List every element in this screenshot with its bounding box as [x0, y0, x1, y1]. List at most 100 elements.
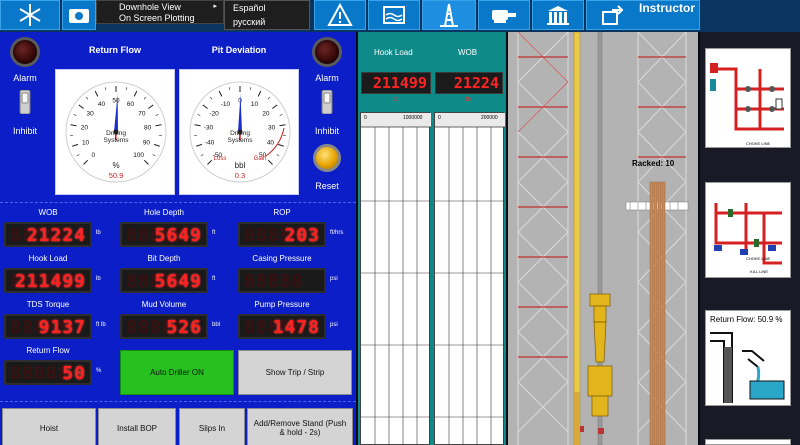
hook-load-unit: lb — [96, 276, 101, 282]
auto-driller-button[interactable]: Auto Driller ON — [120, 350, 234, 395]
wob-strip-grid — [435, 113, 505, 445]
return-flow-readout: 88888 50 — [4, 360, 92, 385]
racked-count: Racked: 10 — [632, 159, 675, 168]
gauge-tick-label: 20 — [81, 124, 89, 131]
pump-icon — [492, 10, 516, 23]
building-icon — [547, 6, 569, 25]
toolbar-button-mud[interactable] — [368, 0, 420, 30]
return-flow-schematic-value: 50.9 % — [757, 315, 783, 324]
wob-scale-min: 0 — [438, 115, 441, 121]
wob-recorder-unit: lb — [466, 97, 471, 103]
gauge-value: 0.3 — [235, 171, 245, 180]
pit-deviation-dial: -50-40-30-20-10 0 1020304050DrillingSystem… — [189, 81, 291, 183]
hook-load-scale-min: 0 — [364, 115, 367, 121]
casing-pressure-label: Casing Pressure — [252, 254, 312, 263]
menu-item-downhole-view[interactable]: Downhole View — [97, 1, 223, 12]
show-trip-strip-button[interactable]: Show Trip / Strip — [238, 350, 352, 395]
gauge-brand: Drilling — [230, 130, 250, 137]
install-bop-button[interactable]: Install BOP — [98, 408, 176, 445]
instructor-button[interactable]: Instructor — [586, 0, 700, 30]
casing-pressure-ghost-digits: 88888 — [244, 271, 304, 292]
menu-item-on-screen-plotting[interactable]: On Screen Plotting — [97, 12, 223, 23]
hole-depth-value: 5649 — [154, 225, 202, 246]
wob-value: 21224 — [26, 225, 86, 246]
choke-kill-schematic[interactable]: CHOKE LINE KILL LINE — [705, 182, 791, 278]
return-flow-gauge: 0 10 20 30 40 50 60 70 80 90 100 Drilling Systems% 50… — [55, 69, 175, 195]
gauge-brand: Drilling — [106, 130, 126, 137]
reset-button[interactable] — [313, 144, 341, 172]
rop-value: 203 — [284, 225, 320, 246]
mud-volume-label: Mud Volume — [141, 300, 187, 309]
gauge-tick-label: 60 — [127, 101, 135, 108]
gauge-tick-label: 20 — [262, 111, 270, 118]
language-option-russian[interactable]: русский — [225, 15, 309, 29]
hoist-button[interactable]: Hoist — [2, 408, 96, 445]
derrick-view: Racked: 10 — [508, 32, 698, 445]
camera-icon — [69, 9, 89, 23]
gauge-tick-label: 40 — [267, 139, 275, 146]
divider — [0, 202, 356, 203]
mud-tank-icon — [383, 6, 405, 24]
toolbar-button-bop[interactable] — [532, 0, 584, 30]
choke-manifold-schematic-1[interactable]: CHOKE LINE — [705, 48, 791, 148]
gauge-unit: bbl — [235, 161, 246, 170]
gauge-loss-label: Loss — [214, 156, 227, 162]
wob-label: WOB — [38, 208, 58, 217]
mud-volume-value: 526 — [166, 317, 202, 338]
pump-pressure-unit: psi — [330, 322, 338, 328]
toolbar-button-pump[interactable] — [478, 0, 530, 30]
inhibit-toggle-left[interactable] — [18, 90, 32, 114]
wob-recorder-title: WOB — [458, 48, 478, 57]
inhibit-label-left: Inhibit — [12, 126, 38, 136]
hook-load-recorder-readout: 211499 — [361, 72, 431, 94]
mud-volume-readout: 88888 526 — [120, 314, 208, 339]
add-remove-stand-button[interactable]: Add/Remove Stand (Push & hold - 2s) — [247, 408, 353, 445]
gauge-tick-label: 90 — [143, 139, 151, 146]
wob-strip-chart: 0 200000 — [434, 112, 505, 445]
hook-load-value: 211499 — [14, 271, 86, 292]
pit-deviation-gauge-title: Pit Deviation — [211, 45, 267, 55]
rop-readout: 88888 203 — [238, 222, 326, 247]
language-option-spanish[interactable]: Español — [225, 1, 309, 15]
casing-pressure-readout: 88888 — [238, 268, 326, 293]
return-flow-schematic[interactable]: Return Flow: 50.9 % — [705, 310, 791, 406]
hook-load-recorder-unit: lb — [393, 97, 398, 103]
bit-depth-label: Bit Depth — [147, 254, 181, 263]
tds-torque-unit: ft lb — [96, 322, 106, 328]
choke-kill-diagram — [714, 203, 782, 265]
choke-manifold-diagram-1 — [710, 63, 784, 131]
inhibit-toggle-right[interactable] — [320, 90, 334, 114]
bit-depth-readout: 88888 5649 — [120, 268, 208, 293]
wob-recorder-value: 21224 — [453, 74, 499, 92]
alarm-label-left: Alarm — [13, 73, 37, 83]
wob-readout: 88888 21224 — [4, 222, 92, 247]
gauge-tick-label: 80 — [144, 124, 152, 131]
toolbar-button-view[interactable] — [62, 0, 96, 30]
hook-load-label: Hook Load — [28, 254, 68, 263]
return-flow-gauge-title: Return Flow — [89, 45, 141, 55]
wob-unit: lb — [96, 230, 101, 236]
tds-torque-label: TDS Torque — [26, 300, 70, 309]
return-flow-label: Return Flow — [26, 346, 70, 355]
return-flow-unit: % — [96, 368, 102, 374]
derrick-icon — [440, 3, 458, 27]
slips-in-button[interactable]: Slips In — [179, 408, 245, 445]
gauge-gain-label: Gain — [254, 156, 267, 162]
alarm-led-right — [312, 37, 342, 67]
gauge-tick-label: -40 — [205, 139, 215, 146]
gauge-tick-label: 10 — [251, 101, 259, 108]
toolbar-button-freeze[interactable] — [0, 0, 60, 30]
return-flow-schematic-text: Return Flow: 50.9 % — [710, 315, 783, 324]
return-flow-ghost-digits: 88888 — [10, 363, 70, 384]
exit-icon — [602, 5, 624, 25]
schematics-column: CHOKE LINE CHOKE LINE KILL LINE Return F… — [700, 32, 800, 445]
hole-depth-unit: ft — [212, 230, 216, 236]
bit-depth-unit: ft — [212, 276, 216, 282]
divider — [0, 401, 356, 402]
rop-unit: ft/hrs — [330, 230, 344, 236]
drilling-control-panel: Alarm Inhibit Alarm Inhibit Reset Return… — [0, 32, 356, 445]
hook-load-strip-grid — [361, 113, 431, 445]
toolbar-button-rig[interactable] — [422, 0, 476, 30]
choke-line-label-2: CHOKE LINE — [746, 256, 771, 261]
toolbar-button-alarm[interactable] — [314, 0, 366, 30]
